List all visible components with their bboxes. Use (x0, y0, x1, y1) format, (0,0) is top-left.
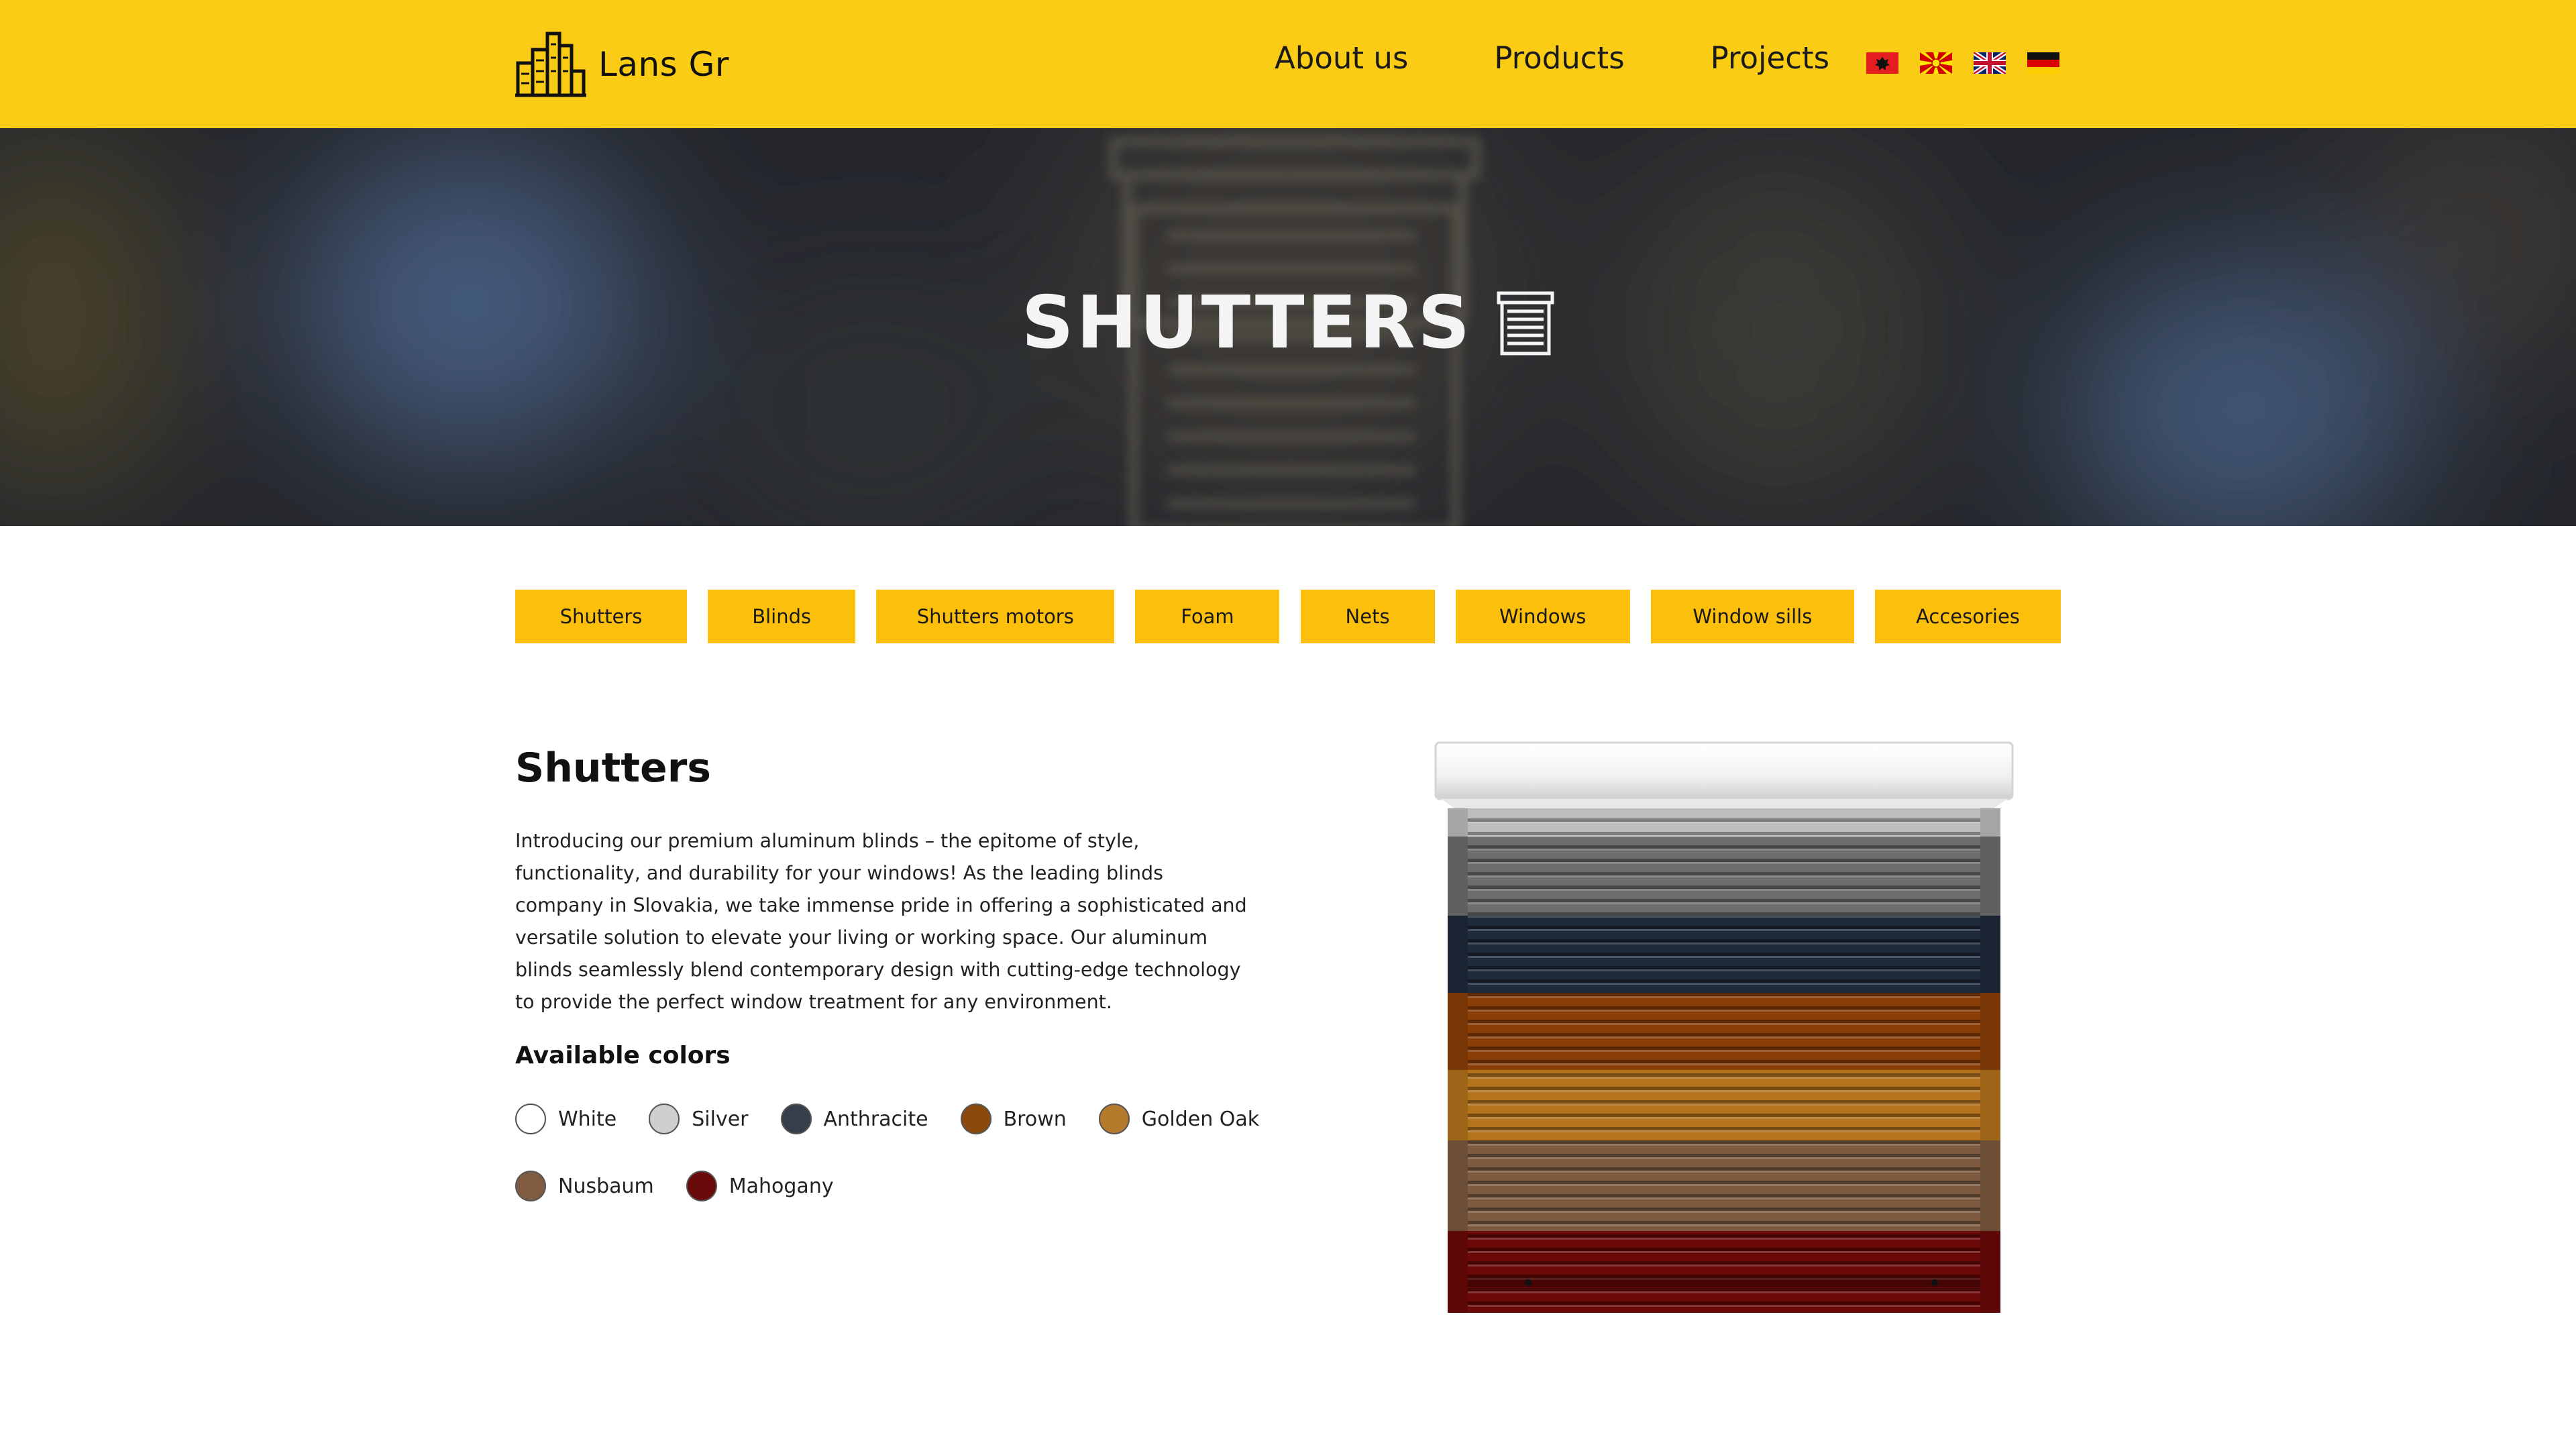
color-dot (649, 1104, 680, 1134)
color-option-brown[interactable]: Brown (960, 1104, 1067, 1134)
color-dot (960, 1104, 991, 1134)
color-dot (686, 1171, 717, 1201)
color-dot (780, 1104, 812, 1134)
tab-blinds[interactable]: Blinds (708, 590, 856, 643)
color-option-mahogany[interactable]: Mahogany (686, 1171, 834, 1201)
hero-banner: SHUTTERS (0, 128, 2576, 526)
color-label: Golden Oak (1141, 1107, 1260, 1131)
product-categories: Shutters Blinds Shutters motors Foam Net… (515, 590, 2061, 643)
color-label: Anthracite (823, 1107, 928, 1131)
main-nav: About us Products Projects (1275, 40, 1829, 76)
color-label: Nusbaum (558, 1174, 654, 1198)
tab-accesories[interactable]: Accesories (1874, 590, 2061, 643)
product-description: Introducing our premium aluminum blinds … (515, 830, 1247, 1013)
color-dot (515, 1171, 546, 1201)
shutter-icon (1497, 291, 1554, 355)
germany-flag-icon[interactable] (2027, 52, 2059, 74)
north-macedonia-flag-icon[interactable] (1920, 52, 1952, 74)
color-dot (1098, 1104, 1130, 1134)
shutter-product-image (1434, 741, 2014, 1313)
color-option-white[interactable]: White (515, 1104, 616, 1134)
site-header: Lans Gr About us Products Projects (0, 0, 2576, 128)
tab-foam[interactable]: Foam (1135, 590, 1280, 643)
tab-windows[interactable]: Windows (1455, 590, 1630, 643)
product-title: Shutters (515, 745, 712, 792)
buildings-icon (515, 32, 586, 97)
hero-title: SHUTTERS (0, 281, 2576, 365)
color-label: White (558, 1107, 617, 1131)
color-label: Mahogany (729, 1174, 834, 1198)
tab-shutters[interactable]: Shutters (515, 590, 687, 643)
color-option-anthracite[interactable]: Anthracite (780, 1104, 928, 1134)
available-colors-heading: Available colors (515, 1042, 731, 1069)
color-swatches-row: White Silver Anthracite Brown Golden Oak (515, 1104, 1291, 1134)
color-label: Brown (1003, 1107, 1067, 1131)
nav-products[interactable]: Products (1494, 40, 1624, 76)
color-dot (515, 1104, 546, 1134)
color-option-nusbaum[interactable]: Nusbaum (515, 1171, 654, 1201)
color-option-golden-oak[interactable]: Golden Oak (1098, 1104, 1260, 1134)
logo-text: Lans Gr (598, 45, 729, 84)
tab-nets[interactable]: Nets (1300, 590, 1435, 643)
logo[interactable]: Lans Gr (515, 31, 729, 98)
nav-about-us[interactable]: About us (1275, 40, 1408, 76)
albania-flag-icon[interactable] (1866, 52, 1898, 74)
color-swatches-row: Nusbaum Mahogany (515, 1171, 866, 1201)
hero-title-text: SHUTTERS (1021, 281, 1473, 365)
tab-window-sills[interactable]: Window sills (1650, 590, 1854, 643)
color-option-silver[interactable]: Silver (649, 1104, 749, 1134)
nav-projects[interactable]: Projects (1711, 40, 1829, 76)
tab-shutters-motors[interactable]: Shutters motors (876, 590, 1115, 643)
uk-flag-icon[interactable] (1974, 52, 2006, 74)
language-switcher (1866, 52, 2059, 74)
color-label: Silver (692, 1107, 749, 1131)
